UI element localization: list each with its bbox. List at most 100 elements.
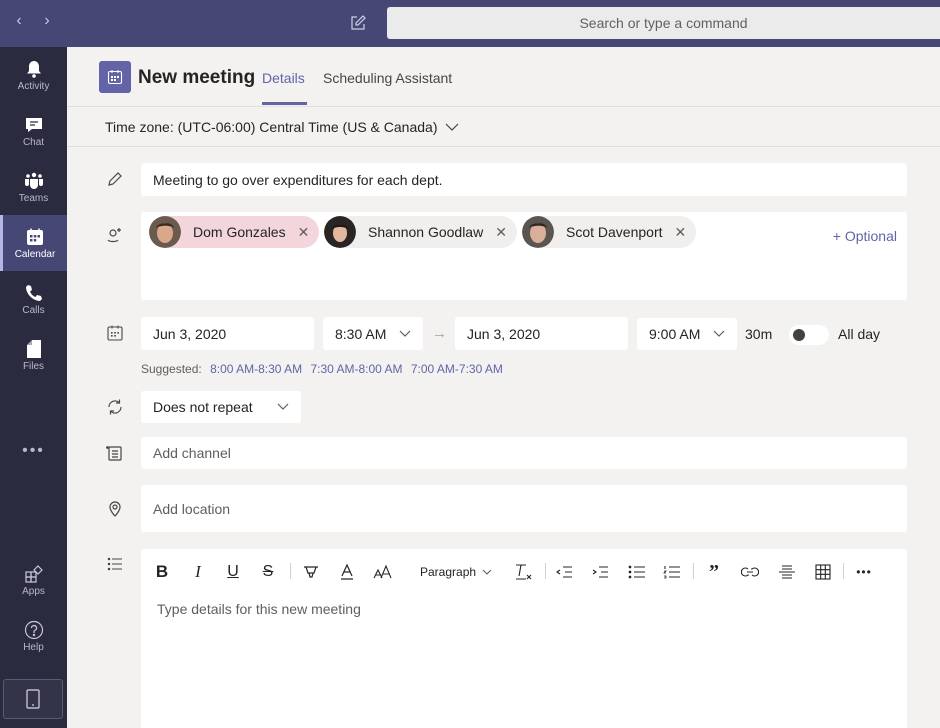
- insert-link-button[interactable]: [740, 561, 760, 583]
- font-color-button[interactable]: [337, 561, 357, 583]
- insert-table-button[interactable]: [813, 561, 833, 583]
- attendee-name: Shannon Goodlaw: [368, 224, 484, 240]
- repeat-value: Does not repeat: [153, 399, 253, 415]
- page-title: New meeting: [138, 67, 256, 88]
- attendee-chip[interactable]: Scot Davenport ✕: [522, 216, 697, 248]
- rail-item-help[interactable]: Help: [0, 608, 67, 664]
- attendees-input[interactable]: Dom Gonzales ✕ Shannon Goodlaw ✕ Scot Da…: [141, 212, 907, 300]
- bold-icon: B: [155, 562, 169, 581]
- start-time-dropdown[interactable]: 8:30 AM: [323, 317, 423, 350]
- suggested-time-link[interactable]: 7:00 AM-7:30 AM: [411, 362, 503, 376]
- attendee-chip[interactable]: Dom Gonzales ✕: [149, 216, 320, 248]
- meeting-title-value: Meeting to go over expenditures for each…: [153, 171, 443, 188]
- rail-item-files[interactable]: Files: [0, 327, 67, 383]
- channel-input[interactable]: Add channel: [141, 437, 907, 469]
- increase-indent-icon: [592, 566, 608, 578]
- decrease-indent-button[interactable]: [555, 561, 575, 583]
- attendee-name: Scot Davenport: [566, 224, 663, 240]
- numbered-list-button[interactable]: [662, 561, 682, 583]
- end-date-value: Jun 3, 2020: [467, 325, 541, 342]
- list-icon: [107, 557, 122, 571]
- compose-icon[interactable]: [348, 13, 368, 33]
- forward-button[interactable]: ›: [37, 12, 57, 30]
- close-icon: ✕: [297, 223, 310, 240]
- attendee-chip[interactable]: Shannon Goodlaw ✕: [324, 216, 517, 248]
- chevron-down-icon: [277, 403, 289, 410]
- strikethrough-button[interactable]: S: [259, 561, 277, 583]
- chevron-down-icon: [482, 569, 492, 575]
- rail-item-calls[interactable]: Calls: [0, 271, 67, 327]
- paragraph-style-dropdown[interactable]: Paragraph: [420, 561, 492, 583]
- end-time-dropdown[interactable]: 9:00 AM: [637, 318, 737, 350]
- chevron-right-icon: ›: [44, 12, 50, 29]
- channel-icon: [106, 446, 122, 461]
- back-button[interactable]: ‹: [9, 12, 29, 30]
- close-icon: ✕: [674, 223, 687, 240]
- divider: [67, 146, 940, 147]
- chevron-down-icon: [713, 330, 725, 337]
- rail-item-activity[interactable]: Activity: [0, 47, 67, 103]
- rail-label: Teams: [18, 192, 49, 204]
- teams-icon: [24, 172, 43, 189]
- tab-details[interactable]: Details: [262, 70, 305, 86]
- horizontal-rule-button[interactable]: [777, 561, 797, 583]
- more-options-button[interactable]: •••: [854, 561, 874, 583]
- tab-scheduling-assistant[interactable]: Scheduling Assistant: [323, 70, 452, 86]
- add-optional-attendees-link[interactable]: + Optional: [833, 228, 897, 244]
- remove-attendee-button[interactable]: ✕: [675, 224, 687, 241]
- details-editor[interactable]: B I U S Paragraph ” ••• Type details for…: [141, 549, 907, 728]
- avatar: [149, 216, 181, 248]
- quote-button[interactable]: ”: [704, 561, 724, 583]
- search-placeholder: Search or type a command: [579, 15, 748, 31]
- location-input[interactable]: Add location: [141, 485, 907, 532]
- repeat-dropdown[interactable]: Does not repeat: [141, 391, 301, 423]
- location-placeholder: Add location: [153, 500, 231, 517]
- search-input[interactable]: Search or type a command: [387, 7, 940, 39]
- all-day-toggle[interactable]: [789, 325, 829, 345]
- rail-item-apps[interactable]: Apps: [0, 552, 67, 608]
- pencil-icon: [108, 172, 122, 186]
- quote-icon: ”: [709, 560, 719, 583]
- rail-label: Calendar: [14, 248, 56, 260]
- font-color-icon: [341, 563, 353, 580]
- highlight-button[interactable]: [301, 561, 321, 583]
- bulleted-list-button[interactable]: [627, 561, 647, 583]
- suggested-time-link[interactable]: 8:00 AM-8:30 AM: [210, 362, 302, 376]
- end-date-input[interactable]: Jun 3, 2020: [455, 317, 628, 350]
- bold-button[interactable]: B: [153, 561, 171, 583]
- remove-attendee-button[interactable]: ✕: [298, 224, 310, 241]
- decrease-indent-icon: [556, 566, 572, 578]
- meeting-title-input[interactable]: Meeting to go over expenditures for each…: [141, 163, 907, 196]
- rail-item-calendar[interactable]: Calendar: [0, 215, 67, 271]
- close-icon: ✕: [495, 223, 507, 240]
- toolbar-separator: [843, 563, 844, 579]
- highlighter-icon: [304, 566, 318, 578]
- calendar-icon: [27, 228, 43, 245]
- increase-indent-button[interactable]: [591, 561, 611, 583]
- rail-label: Chat: [22, 136, 45, 148]
- chevron-down-icon: [399, 330, 411, 337]
- remove-attendee-button[interactable]: ✕: [495, 224, 507, 241]
- more-apps-button[interactable]: •••: [0, 442, 67, 460]
- font-size-button[interactable]: [372, 561, 394, 583]
- add-person-icon: [107, 228, 121, 243]
- calendar-icon: [107, 70, 123, 85]
- clear-formatting-button[interactable]: [514, 561, 534, 583]
- rail-label: Activity: [17, 80, 50, 92]
- download-mobile-button[interactable]: [3, 679, 63, 719]
- start-date-input[interactable]: Jun 3, 2020: [141, 317, 314, 350]
- timezone-dropdown[interactable]: Time zone: (UTC-06:00) Central Time (US …: [105, 119, 459, 135]
- suggested-time-link[interactable]: 7:30 AM-8:00 AM: [310, 362, 402, 376]
- bell-icon: [26, 60, 41, 78]
- start-time-value: 8:30 AM: [335, 325, 387, 342]
- rail-item-teams[interactable]: Teams: [0, 159, 67, 215]
- suggested-times: Suggested: 8:00 AM-8:30 AM 7:30 AM-8:00 …: [141, 362, 503, 376]
- italic-button[interactable]: I: [189, 561, 207, 583]
- numbered-list-icon: [663, 566, 680, 579]
- underline-button[interactable]: U: [224, 561, 242, 583]
- chevron-down-icon: [446, 123, 459, 131]
- rail-label: Help: [23, 641, 44, 653]
- font-size-icon: [373, 564, 392, 579]
- rail-item-chat[interactable]: Chat: [0, 103, 67, 159]
- clear-formatting-icon: [516, 564, 532, 580]
